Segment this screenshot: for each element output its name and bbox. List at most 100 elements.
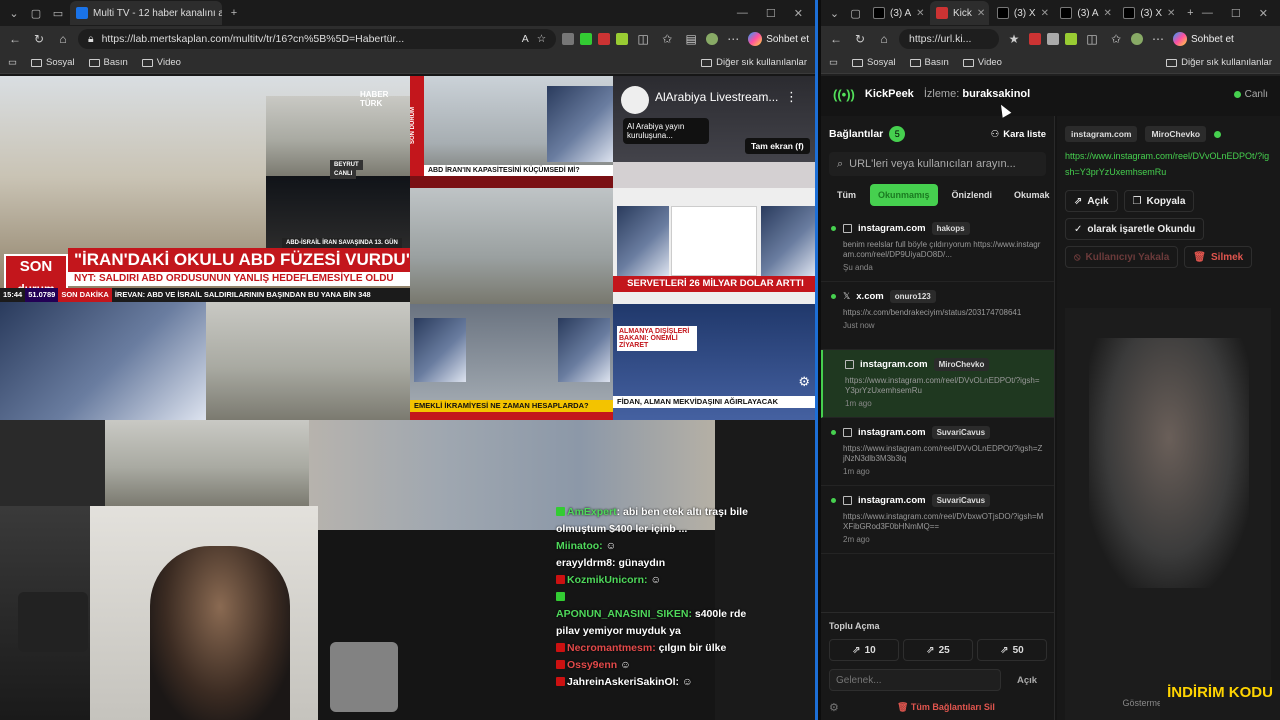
channel-info-chip[interactable]: Al Arabiya yayın kuruluşuna... [623, 118, 709, 144]
copilot-button[interactable]: Sohbet et [1173, 32, 1234, 46]
settings-gear-icon[interactable]: ⚙ [798, 374, 810, 390]
list-item-selected[interactable]: instagram.com MiroChevko https://www.inst… [821, 350, 1054, 418]
maximize-icon[interactable]: ☐ [1231, 7, 1241, 20]
video-tile-cityscape[interactable] [105, 420, 309, 506]
other-favorites[interactable]: Diğer sık kullanılanlar [701, 57, 807, 68]
sidebar-toggle-icon[interactable]: ▭ [8, 57, 17, 68]
refresh-icon[interactable]: ↻ [30, 32, 48, 46]
delete-button[interactable]: 🗑︎ Silmek [1184, 246, 1253, 268]
list-item[interactable]: instagram.com SuvariCavus https://www.ins… [821, 486, 1054, 554]
new-tab-plus-icon[interactable]: + [224, 3, 244, 23]
url-field[interactable]: https://url.ki... [899, 29, 999, 49]
tab-x-1[interactable]: (3) A ✕ [867, 1, 928, 25]
profile-avatar-icon[interactable] [706, 33, 719, 45]
bulk-open-25-button[interactable]: ⇗ 25 [903, 639, 973, 661]
video-tile-smoke[interactable]: SON DURUM ABD İRAN'IN KAPASİTESİNİ KÜÇÜM… [410, 76, 613, 188]
workspaces-icon[interactable]: ▢ [26, 3, 46, 23]
blurred-preview[interactable]: Göstermek için tıklayın [1065, 308, 1271, 720]
read-aloud-icon[interactable]: A [522, 33, 529, 45]
video-tile-debate[interactable]: SERVETLERİ 26 MİLYAR DOLAR ARTTI [613, 188, 815, 304]
video-tile-alarabiya[interactable]: AlArabiya Livestream... ⋮ Al Arabiya yay… [613, 76, 815, 188]
other-favorites[interactable]: Diğer sık kullanılanlar [1166, 57, 1272, 68]
settings-gear-icon[interactable]: ⚙ [829, 701, 839, 714]
close-tab-icon[interactable]: ✕ [1104, 8, 1112, 19]
bookmark-folder[interactable]: Sosyal [30, 57, 75, 68]
tab-actions-chevron-icon[interactable]: ⌄ [825, 3, 844, 23]
close-tab-icon[interactable]: ✕ [1167, 8, 1175, 19]
minimize-icon[interactable]: — [1202, 7, 1213, 20]
bookmark-folder[interactable]: Sosyal [851, 57, 896, 68]
url-field[interactable]: 🔒︎ https://lab.mertskaplan.com/multitv/t… [78, 29, 557, 49]
collections-icon[interactable]: ▤ [682, 32, 700, 46]
close-tab-icon[interactable]: ✕ [916, 8, 924, 19]
tab-actions-chevron-icon[interactable]: ⌄ [4, 3, 24, 23]
vertical-tabs-icon[interactable]: ▭ [48, 3, 68, 23]
workspaces-icon[interactable]: ▢ [846, 3, 865, 23]
more-options-icon[interactable]: ⋮ [785, 89, 798, 105]
favorites-icon[interactable]: ✩ [1107, 32, 1125, 46]
extension-icon[interactable] [562, 33, 575, 45]
close-tab-icon[interactable]: ✕ [1041, 8, 1049, 19]
delete-all-button[interactable]: 🗑︎ Tüm Bağlantıları Sil [845, 697, 1047, 717]
filter-read[interactable]: Okumak [1006, 184, 1058, 206]
close-window-icon[interactable]: ✕ [1259, 7, 1268, 20]
profile-avatar-icon[interactable] [1131, 33, 1143, 45]
video-tile-skyline[interactable] [410, 188, 613, 304]
favorite-star-icon[interactable]: ☆ [537, 33, 546, 45]
detail-url[interactable]: https://www.instagram.com/reel/DVvOLnEDP… [1057, 142, 1280, 180]
incoming-open-button[interactable]: Açık [1007, 669, 1047, 691]
copy-button[interactable]: ❐ Kopyala [1123, 190, 1195, 212]
sidebar-toggle-icon[interactable]: ▭ [829, 57, 838, 68]
video-tile-city-aerial[interactable] [0, 302, 410, 420]
mark-read-button[interactable]: ✓ olarak işaretle Okundu [1065, 218, 1205, 240]
tab-x-3[interactable]: (3) A ✕ [1054, 1, 1115, 25]
list-item[interactable]: instagram.com hakops benim reelslar full … [821, 214, 1054, 282]
minimize-icon[interactable]: — [737, 7, 748, 20]
back-icon[interactable]: ← [6, 32, 24, 46]
search-box[interactable]: ⌕ URL'leri veya kullanıcıları arayın... [829, 152, 1046, 176]
home-icon[interactable]: ⌂ [54, 32, 72, 46]
bookmark-folder[interactable]: Video [141, 57, 181, 68]
bookmark-folder[interactable]: Video [962, 57, 1002, 68]
extension-icon[interactable] [1029, 33, 1041, 45]
close-tab-icon[interactable]: ✕ [977, 8, 985, 19]
tab-x-2[interactable]: (3) X ✕ [991, 1, 1053, 25]
bulk-open-10-button[interactable]: ⇗ 10 [829, 639, 899, 661]
bookmark-folder[interactable]: Basın [909, 57, 949, 68]
copilot-button[interactable]: Sohbet et [748, 32, 809, 46]
filter-all[interactable]: Tüm [829, 184, 864, 206]
split-screen-icon[interactable]: ◫ [634, 32, 652, 46]
video-tile-haberturk[interactable]: BEYRUT CANLI ABD-İSRAİL İRAN SAVAŞINDA 1… [0, 76, 410, 302]
video-tile-trt[interactable]: ALMANYA DIŞİŞLERİ BAKANI: ÖNEMLİ ZİYARET… [613, 304, 815, 420]
tab-x-4[interactable]: (3) X ✕ [1117, 1, 1179, 25]
split-screen-icon[interactable]: ◫ [1083, 32, 1101, 46]
back-icon[interactable]: ← [827, 32, 845, 46]
more-menu-icon[interactable]: ⋯ [724, 32, 742, 46]
tab-multitv[interactable]: Multi TV - 12 haber kanalını aynı a ✕ [70, 1, 222, 25]
extension-icon[interactable] [1047, 33, 1059, 45]
refresh-icon[interactable]: ↻ [851, 32, 869, 46]
tab-kick[interactable]: Kick ✕ [930, 1, 989, 25]
bookmark-folder[interactable]: Basın [88, 57, 128, 68]
filter-unread[interactable]: Okunmamış [870, 184, 938, 206]
incoming-input[interactable] [829, 669, 1001, 691]
video-tile-dark[interactable] [0, 420, 105, 506]
favorites-icon[interactable]: ✩ [658, 32, 676, 46]
close-window-icon[interactable]: ✕ [794, 7, 803, 20]
new-tab-plus-icon[interactable]: + [1181, 3, 1200, 23]
more-menu-icon[interactable]: ⋯ [1149, 32, 1167, 46]
extension-icon[interactable] [1065, 33, 1077, 45]
extension-icon[interactable] [580, 33, 593, 45]
extension-icon[interactable] [616, 33, 629, 45]
favorite-star-icon[interactable]: ★ [1005, 32, 1023, 46]
blacklist-button[interactable]: ⚇ Kara liste [991, 129, 1046, 140]
filter-previewed[interactable]: Önizlendi [944, 184, 1001, 206]
maximize-icon[interactable]: ☐ [766, 7, 776, 20]
extension-icon[interactable] [598, 33, 611, 45]
video-tile-panel[interactable]: EMEKLİ İKRAMİYESİ NE ZAMAN HESAPLARDA? [410, 304, 613, 420]
catch-user-button[interactable]: ⦸ Kullanıcıyı Yakala [1065, 246, 1179, 268]
bulk-open-50-button[interactable]: ⇗ 50 [977, 639, 1047, 661]
list-item[interactable]: instagram.com SuvariCavus https://www.ins… [821, 418, 1054, 486]
open-button[interactable]: ⇗ Açık [1065, 190, 1118, 212]
list-item[interactable]: 𝕏x.com onuro123 https://x.com/bendrakeciy… [821, 282, 1054, 350]
